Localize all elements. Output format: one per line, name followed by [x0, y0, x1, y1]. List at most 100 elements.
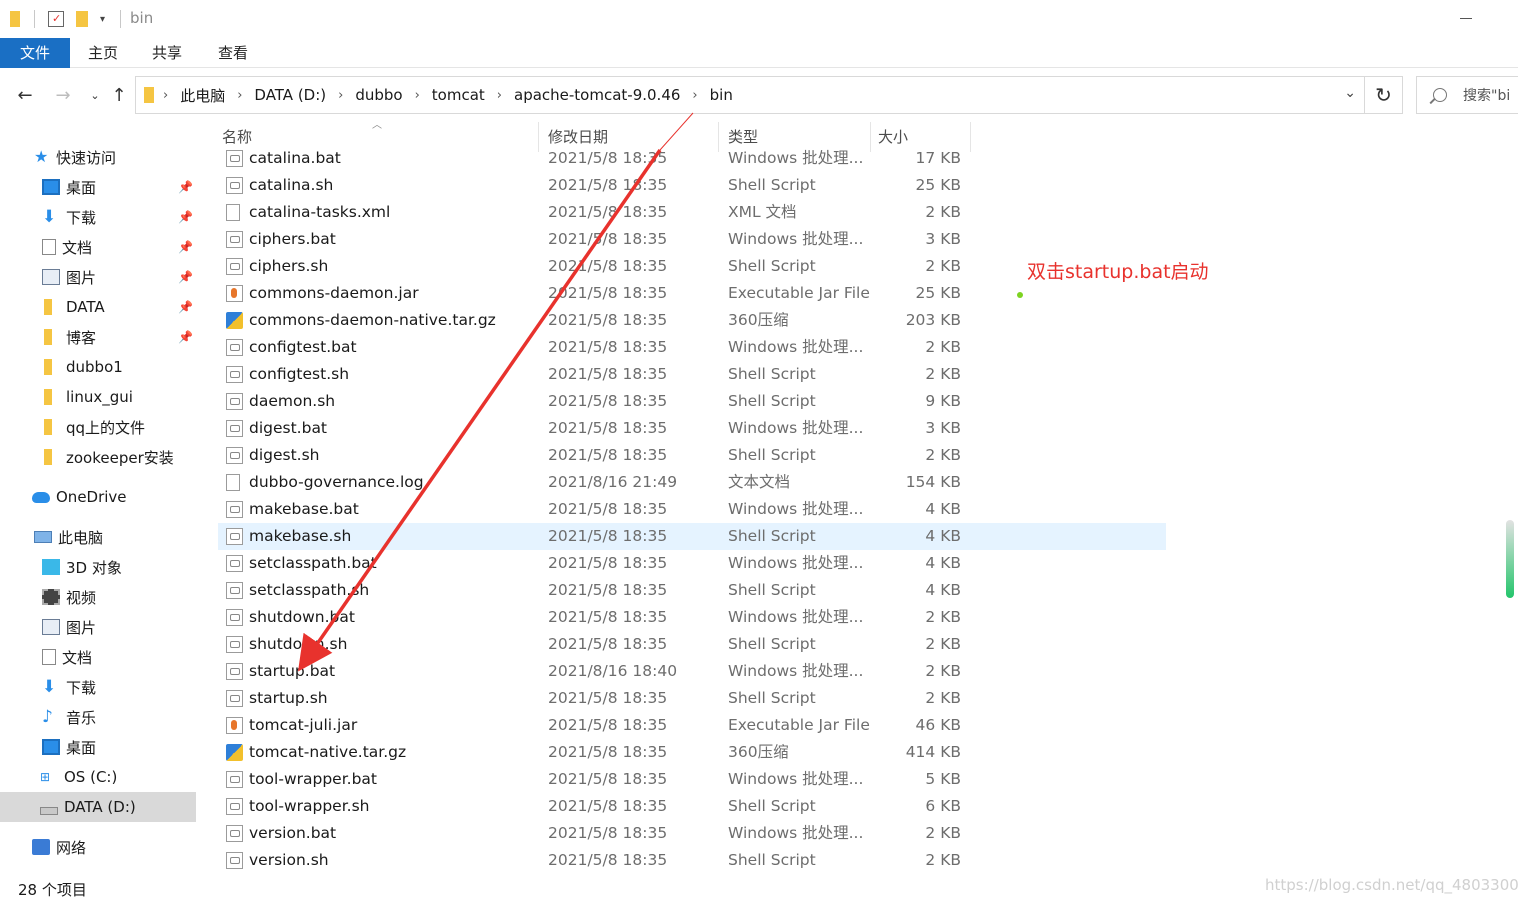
new-folder-icon[interactable]	[76, 8, 88, 30]
chevron-right-icon[interactable]: ›	[488, 88, 511, 103]
file-row[interactable]: catalina.sh 2021/5/8 18:35 Shell Script 25 …	[218, 172, 1166, 199]
sidebar-item-desktop[interactable]: 桌面 📌	[0, 172, 196, 202]
sidebar-item-label: linux_gui	[66, 388, 133, 406]
recent-locations-button[interactable]: ⌄	[82, 82, 108, 108]
file-row[interactable]: shutdown.bat 2021/5/8 18:35 Windows 批处理...…	[218, 604, 1166, 631]
file-date: 2021/5/8 18:35	[548, 770, 668, 788]
forward-button[interactable]: →	[50, 82, 76, 108]
sidebar-item-videos[interactable]: 视频	[0, 582, 196, 612]
file-row[interactable]: catalina.bat 2021/5/8 18:35 Windows 批处理...…	[218, 145, 1166, 172]
cloud-icon	[32, 491, 50, 503]
file-row[interactable]: setclasspath.sh 2021/5/8 18:35 Shell Scrip…	[218, 577, 1166, 604]
file-row[interactable]: digest.bat 2021/5/8 18:35 Windows 批处理... 3 …	[218, 415, 1166, 442]
sidebar-item-data[interactable]: DATA 📌	[0, 292, 196, 322]
tab-file[interactable]: 文件	[0, 38, 70, 68]
chevron-right-icon[interactable]: ›	[406, 88, 429, 103]
folder-icon	[44, 449, 52, 465]
file-row[interactable]: configtest.bat 2021/5/8 18:35 Windows 批处理.…	[218, 334, 1166, 361]
file-row[interactable]: ciphers.sh 2021/5/8 18:35 Shell Script 2 KB	[218, 253, 1166, 280]
sidebar-item-documents-pc[interactable]: 文档	[0, 642, 196, 672]
file-row[interactable]: commons-daemon-native.tar.gz 2021/5/8 18:…	[218, 307, 1166, 334]
sidebar-item-zookeeper[interactable]: zookeeper安装	[0, 442, 196, 472]
breadcrumb-dubbo[interactable]: dubbo	[352, 86, 405, 104]
breadcrumb-this-pc[interactable]: 此电脑	[177, 85, 228, 106]
file-row[interactable]: ciphers.bat 2021/5/8 18:35 Windows 批处理... 3…	[218, 226, 1166, 253]
file-date: 2021/5/8 18:35	[548, 608, 668, 626]
sidebar-item-downloads[interactable]: ⬇ 下载 📌	[0, 202, 196, 232]
chevron-right-icon[interactable]: ›	[228, 88, 251, 103]
chevron-right-icon[interactable]: ›	[154, 88, 177, 103]
address-bar[interactable]: › 此电脑 › DATA (D:) › dubbo › tomcat › apa…	[135, 76, 1365, 114]
file-row[interactable]: version.bat 2021/5/8 18:35 Windows 批处理... 2…	[218, 820, 1166, 847]
sidebar-item-quick-access[interactable]: ★ 快速访问	[0, 142, 196, 172]
sidebar-item-onedrive[interactable]: OneDrive	[0, 482, 196, 512]
sidebar-item-downloads-pc[interactable]: ⬇ 下载	[0, 672, 196, 702]
file-row[interactable]: catalina-tasks.xml 2021/5/8 18:35 XML 文档 2 …	[218, 199, 1166, 226]
breadcrumb-data-drive[interactable]: DATA (D:)	[251, 86, 329, 104]
bat-file-icon	[226, 825, 243, 842]
file-row[interactable]: tomcat-juli.jar 2021/5/8 18:35 Executable …	[218, 712, 1166, 739]
file-row[interactable]: daemon.sh 2021/5/8 18:35 Shell Script 9 KB	[218, 388, 1166, 415]
file-row[interactable]: shutdown.sh 2021/5/8 18:35 Shell Script 2 K…	[218, 631, 1166, 658]
file-name: configtest.sh	[249, 365, 350, 383]
sidebar-item-desktop-pc[interactable]: 桌面	[0, 732, 196, 762]
file-row[interactable]: setclasspath.bat 2021/5/8 18:35 Windows 批处…	[218, 550, 1166, 577]
sidebar-item-dubbo1[interactable]: dubbo1	[0, 352, 196, 382]
file-row[interactable]: configtest.sh 2021/5/8 18:35 Shell Script 2…	[218, 361, 1166, 388]
search-input[interactable]: 搜索"bi	[1416, 76, 1518, 114]
sidebar-item-os-c[interactable]: ⊞ OS (C:)	[0, 762, 196, 792]
tab-share[interactable]: 共享	[144, 38, 190, 68]
sidebar-item-qq-files[interactable]: qq上的文件	[0, 412, 196, 442]
file-row[interactable]: startup.bat 2021/8/16 18:40 Windows 批处理...…	[218, 658, 1166, 685]
customize-toolbar-icon[interactable]: ▾	[100, 8, 105, 30]
file-row[interactable]: tool-wrapper.bat 2021/5/8 18:35 Windows 批处…	[218, 766, 1166, 793]
sidebar-item-data-d[interactable]: DATA (D:)	[0, 792, 196, 822]
up-button[interactable]: ↑	[106, 82, 132, 108]
sidebar-item-documents[interactable]: 文档 📌	[0, 232, 196, 262]
breadcrumb-tomcat[interactable]: tomcat	[429, 86, 488, 104]
file-size: 3 KB	[925, 230, 961, 248]
sidebar-item-blog[interactable]: 博客 📌	[0, 322, 196, 352]
jar-file-icon	[226, 285, 243, 302]
properties-icon[interactable]: ✓	[48, 8, 64, 30]
sidebar-item-pictures-pc[interactable]: 图片	[0, 612, 196, 642]
file-row[interactable]: makebase.bat 2021/5/8 18:35 Windows 批处理...…	[218, 496, 1166, 523]
file-size: 2 KB	[925, 662, 961, 680]
item-count: 28 个项目	[18, 881, 87, 899]
sidebar-item-linux-gui[interactable]: linux_gui	[0, 382, 196, 412]
file-name: tomcat-juli.jar	[249, 716, 358, 734]
file-date: 2021/5/8 18:35	[548, 284, 668, 302]
sidebar-item-label: 下载	[66, 678, 97, 697]
file-name: configtest.bat	[249, 338, 357, 356]
file-row[interactable]: version.sh 2021/5/8 18:35 Shell Script 2 KB	[218, 847, 1166, 874]
file-row[interactable]: tool-wrapper.sh 2021/5/8 18:35 Shell Scrip…	[218, 793, 1166, 820]
chevron-right-icon[interactable]: ›	[329, 88, 352, 103]
scrollbar-thumb[interactable]	[1506, 520, 1514, 598]
annotation-text: 双击startup.bat启动	[1027, 261, 1209, 283]
bat-file-icon	[226, 393, 243, 410]
file-name: dubbo-governance.log	[249, 473, 424, 491]
refresh-button[interactable]: ↻	[1365, 76, 1403, 114]
tab-view[interactable]: 查看	[210, 38, 256, 68]
breadcrumb-bin[interactable]: bin	[707, 86, 736, 104]
file-row[interactable]: tomcat-native.tar.gz 2021/5/8 18:35 360压缩 4…	[218, 739, 1166, 766]
file-row[interactable]: digest.sh 2021/5/8 18:35 Shell Script 2 KB	[218, 442, 1166, 469]
chevron-right-icon[interactable]: ›	[683, 88, 706, 103]
file-row[interactable]: dubbo-governance.log 2021/8/16 21:49 文本文档 1…	[218, 469, 1166, 496]
file-row[interactable]: makebase.sh 2021/5/8 18:35 Shell Script 4 K…	[218, 523, 1166, 550]
sidebar-item-music[interactable]: ♪ 音乐	[0, 702, 196, 732]
sidebar-item-network[interactable]: 网络	[0, 832, 196, 862]
file-row[interactable]: commons-daemon.jar 2021/5/8 18:35 Executab…	[218, 280, 1166, 307]
file-date: 2021/5/8 18:35	[548, 581, 668, 599]
minimize-button[interactable]	[1460, 18, 1472, 19]
sidebar-item-this-pc[interactable]: 此电脑	[0, 522, 196, 552]
sidebar-item-pictures[interactable]: 图片 📌	[0, 262, 196, 292]
folder-icon	[44, 299, 52, 315]
chevron-down-icon[interactable]: ⌄	[1344, 85, 1356, 101]
breadcrumb-apache-tomcat[interactable]: apache-tomcat-9.0.46	[511, 86, 683, 104]
sidebar-item-3d-objects[interactable]: 3D 对象	[0, 552, 196, 582]
tab-home[interactable]: 主页	[80, 38, 126, 68]
file-row[interactable]: startup.sh 2021/5/8 18:35 Shell Script 2 KB	[218, 685, 1166, 712]
navigation-pane: ★ 快速访问 桌面 📌 ⬇ 下载 📌 文档 📌 图片 📌 DATA 📌 博客 📌…	[0, 122, 200, 874]
back-button[interactable]: ←	[12, 82, 38, 108]
